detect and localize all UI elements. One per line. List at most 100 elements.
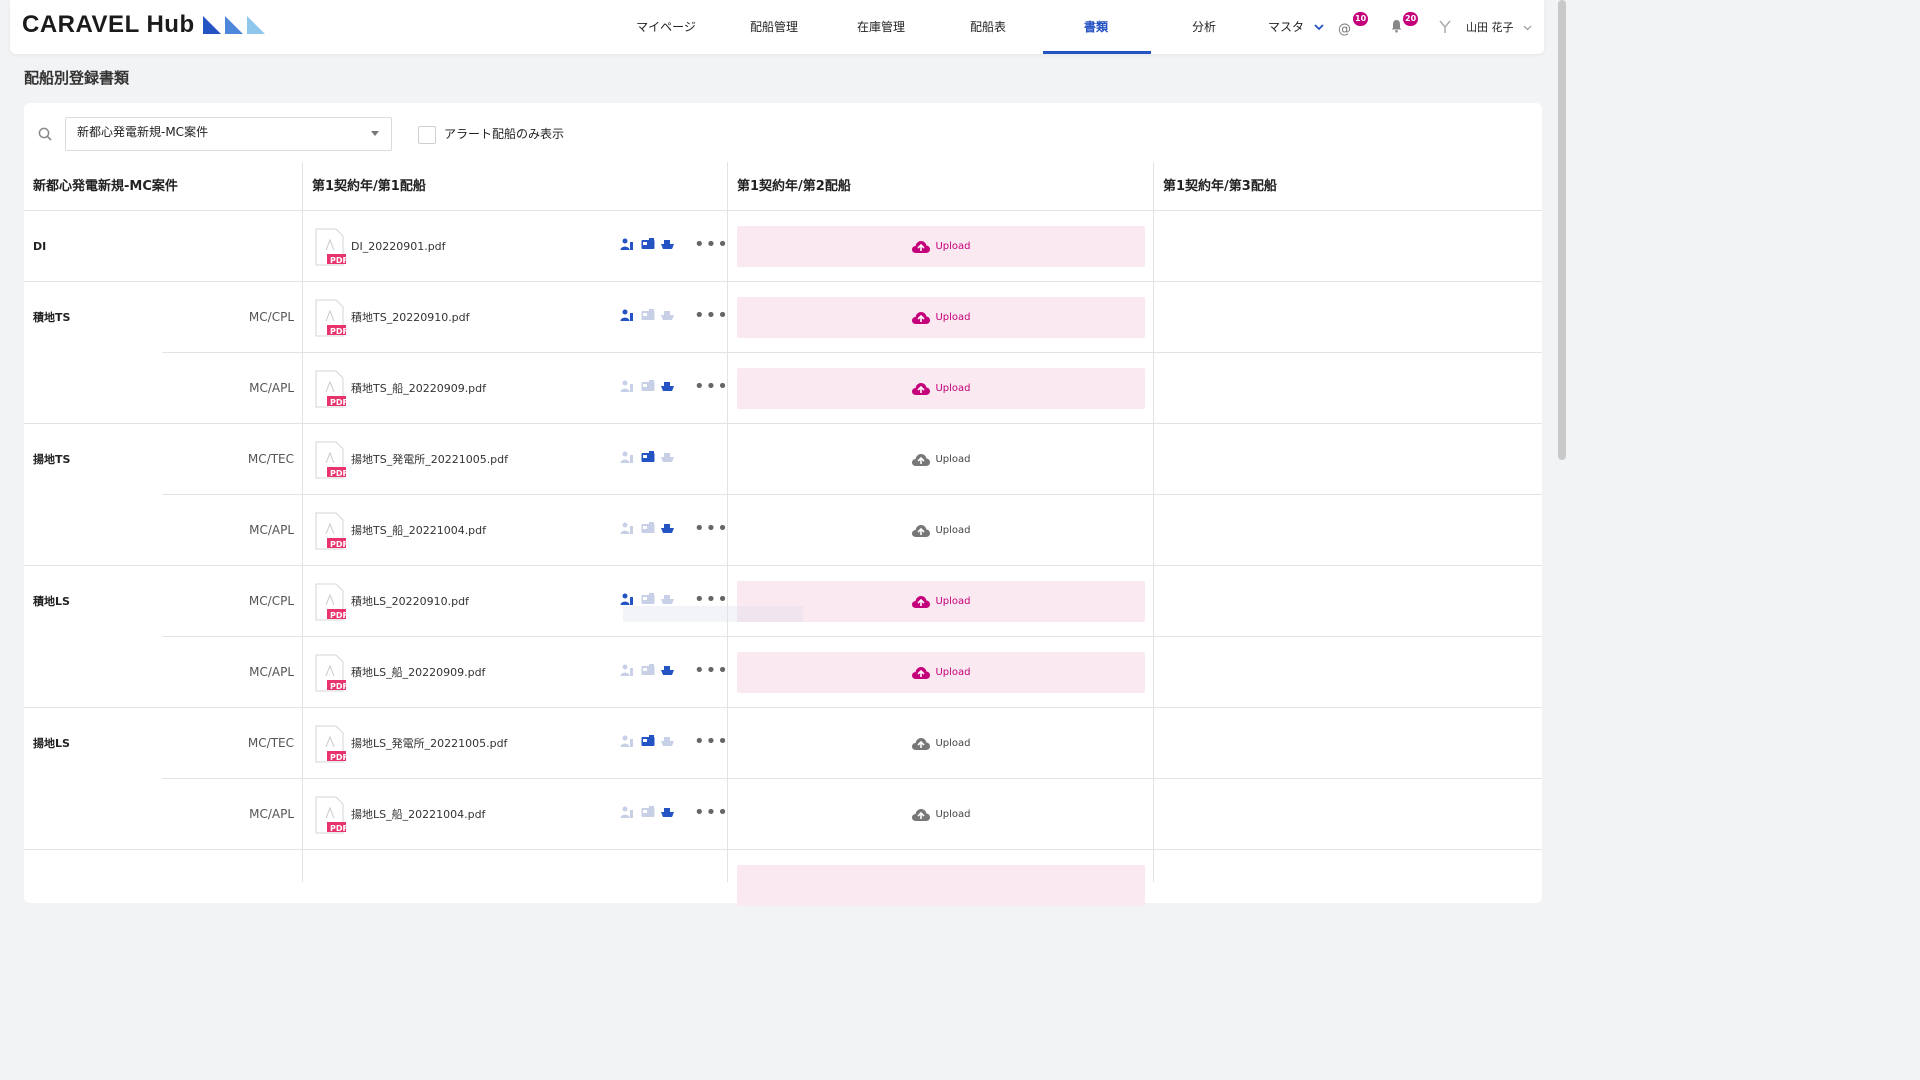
row-subcategory xyxy=(24,211,294,282)
row-subcategory: MC/APL xyxy=(249,807,294,821)
cloud-upload-icon xyxy=(912,666,931,679)
row-subcategory: MC/CPL xyxy=(248,594,294,608)
cloud-upload-icon xyxy=(912,737,931,750)
upload-button[interactable]: Upload xyxy=(737,439,1145,480)
tooltip-hint xyxy=(623,606,803,622)
nav-mypage[interactable]: マイページ xyxy=(630,0,702,54)
person-check-icon[interactable] xyxy=(620,593,634,606)
table-row: MC/APL PDF 揚地LS_船_20221004.pdf ••• Uploa… xyxy=(24,779,1542,850)
id-card-icon[interactable] xyxy=(641,593,655,605)
upload-label: Upload xyxy=(935,454,971,465)
more-options-icon[interactable]: ••• xyxy=(694,733,729,751)
table-row xyxy=(24,850,1542,921)
person-check-icon[interactable] xyxy=(620,380,634,393)
more-options-icon[interactable]: ••• xyxy=(694,520,729,538)
person-check-icon[interactable] xyxy=(620,806,634,819)
pdf-badge: PDF xyxy=(330,398,348,407)
person-check-icon[interactable] xyxy=(620,238,634,251)
file-name-link[interactable]: 揚地LS_発電所_20221005.pdf xyxy=(351,708,507,779)
more-options-icon[interactable]: ••• xyxy=(694,307,729,325)
table-row: MC/APL PDF 積地LS_船_20220909.pdf ••• Uploa… xyxy=(24,637,1542,708)
file-name-link[interactable]: 積地LS_船_20220909.pdf xyxy=(351,637,485,708)
filter-icon[interactable] xyxy=(1439,20,1451,34)
nav-documents[interactable]: 書類 xyxy=(1060,0,1132,54)
file-name-link[interactable]: 揚地TS_船_20221004.pdf xyxy=(351,495,486,566)
id-card-icon[interactable] xyxy=(641,522,655,534)
person-check-icon[interactable] xyxy=(620,451,634,464)
id-card-icon[interactable] xyxy=(641,735,655,747)
cloud-upload-icon xyxy=(912,240,931,253)
ship-icon[interactable] xyxy=(660,806,675,818)
ship-icon[interactable] xyxy=(660,309,675,321)
table-header-row: 新都心発電新規-MC案件 第1契約年/第1配船 第1契約年/第2配船 第1契約年… xyxy=(24,162,1542,211)
search-icon xyxy=(38,127,52,141)
column-header-ship-2: 第1契約年/第2配船 xyxy=(737,179,851,194)
ship-icon[interactable] xyxy=(660,593,675,605)
file-name-link[interactable]: 揚地LS_船_20221004.pdf xyxy=(351,779,485,850)
alert-only-label: アラート配船のみ表示 xyxy=(444,127,565,141)
file-name-link[interactable]: 積地TS_船_20220909.pdf xyxy=(351,353,486,424)
active-tab-indicator xyxy=(1043,51,1151,54)
row-subcategory: MC/APL xyxy=(249,523,294,537)
cloud-upload-icon xyxy=(912,453,931,466)
ship-icon[interactable] xyxy=(660,380,675,392)
project-select[interactable]: 新都心発電新規-MC案件 xyxy=(65,117,392,151)
id-card-icon[interactable] xyxy=(641,238,655,250)
more-options-icon[interactable]: ••• xyxy=(694,804,729,822)
more-options-icon[interactable]: ••• xyxy=(694,236,729,254)
id-card-icon[interactable] xyxy=(641,380,655,392)
ship-icon[interactable] xyxy=(660,238,675,250)
person-check-icon[interactable] xyxy=(620,309,634,322)
nav-shipping-schedule[interactable]: 配船表 xyxy=(952,0,1024,54)
file-name-link[interactable]: 積地LS_20220910.pdf xyxy=(351,566,469,637)
mentions-button[interactable]: @ 10 xyxy=(1338,12,1369,37)
nav-analytics[interactable]: 分析 xyxy=(1168,0,1240,54)
upload-button[interactable]: Upload xyxy=(737,723,1145,764)
nav-shipping-management[interactable]: 配船管理 xyxy=(738,0,810,54)
vertical-scrollbar[interactable] xyxy=(1558,0,1566,460)
upload-button[interactable] xyxy=(737,865,1145,906)
project-select-value: 新都心発電新規-MC案件 xyxy=(77,125,209,139)
column-header-project: 新都心発電新規-MC案件 xyxy=(33,179,178,194)
user-name: 山田 花子 xyxy=(1466,21,1514,34)
more-options-icon[interactable]: ••• xyxy=(694,378,729,396)
nav-inventory-management[interactable]: 在庫管理 xyxy=(845,0,917,54)
app-logo[interactable]: CARAVEL Hub xyxy=(22,11,195,39)
table-row: DI PDF DI_20220901.pdf ••• Upload xyxy=(24,211,1542,282)
upload-label: Upload xyxy=(935,809,971,820)
ship-icon[interactable] xyxy=(660,522,675,534)
upload-button[interactable]: Upload xyxy=(737,226,1145,267)
id-card-icon[interactable] xyxy=(641,451,655,463)
user-menu[interactable]: 山田 花子 xyxy=(1466,0,1532,54)
nav-master[interactable]: マスタ xyxy=(1268,0,1332,54)
alert-only-checkbox[interactable] xyxy=(418,126,436,144)
row-subcategory: MC/TEC xyxy=(247,736,294,750)
id-card-icon[interactable] xyxy=(641,664,655,676)
upload-button[interactable]: Upload xyxy=(737,794,1145,835)
id-card-icon[interactable] xyxy=(641,806,655,818)
upload-button[interactable]: Upload xyxy=(737,652,1145,693)
more-options-icon[interactable]: ••• xyxy=(694,662,729,680)
person-check-icon[interactable] xyxy=(620,522,634,535)
cloud-upload-icon xyxy=(912,382,931,395)
ship-icon[interactable] xyxy=(660,451,675,463)
notifications-badge: 20 xyxy=(1403,12,1419,26)
upload-label: Upload xyxy=(935,667,971,678)
ship-icon[interactable] xyxy=(660,664,675,676)
file-name-link[interactable]: 揚地TS_発電所_20221005.pdf xyxy=(351,424,508,495)
bell-icon xyxy=(1391,20,1402,33)
upload-button[interactable]: Upload xyxy=(737,510,1145,551)
pdf-badge: PDF xyxy=(330,824,348,833)
id-card-icon[interactable] xyxy=(641,309,655,321)
person-check-icon[interactable] xyxy=(620,735,634,748)
file-name-link[interactable]: DI_20220901.pdf xyxy=(351,211,446,282)
file-name-link[interactable]: 積地TS_20220910.pdf xyxy=(351,282,470,353)
upload-button[interactable]: Upload xyxy=(737,368,1145,409)
upload-button[interactable]: Upload xyxy=(737,297,1145,338)
table-row: MC/APL PDF 揚地TS_船_20221004.pdf ••• Uploa… xyxy=(24,495,1542,566)
person-check-icon[interactable] xyxy=(620,664,634,677)
page-title: 配船別登録書類 xyxy=(24,69,130,87)
table-row: MC/APL PDF 積地TS_船_20220909.pdf ••• Uploa… xyxy=(24,353,1542,424)
ship-icon[interactable] xyxy=(660,735,675,747)
notifications-button[interactable]: 20 xyxy=(1391,12,1419,37)
